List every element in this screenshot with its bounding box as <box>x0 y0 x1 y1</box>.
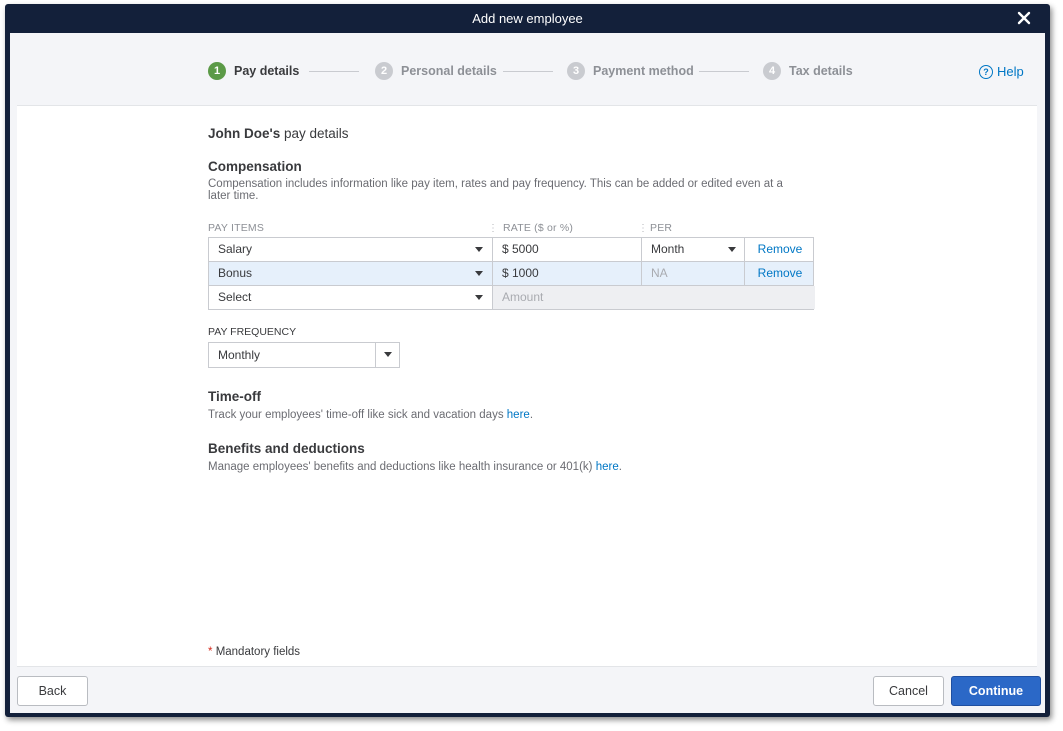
time-off-description: Track your employees' time-off like sick… <box>208 409 534 421</box>
time-off-here-link[interactable]: here <box>507 409 530 421</box>
column-separator: ⋮ <box>488 223 498 234</box>
dialog-body: 1 Pay details 2 Personal details 3 Payme… <box>10 33 1045 713</box>
remove-link[interactable]: Remove <box>744 262 815 285</box>
cancel-button[interactable]: Cancel <box>873 676 944 706</box>
step-tax-details: 4 Tax details <box>763 62 853 80</box>
pay-items-table: Salary $ 5000 Month Remove Bonus $ 1000 … <box>208 237 815 310</box>
help-link[interactable]: ? Help <box>979 64 1024 79</box>
dropdown-button[interactable] <box>375 343 399 367</box>
per-value: Month <box>651 242 685 256</box>
chevron-down-icon <box>475 247 483 252</box>
chevron-down-icon <box>475 295 483 300</box>
pay-item-select[interactable]: Bonus <box>218 262 483 285</box>
step-connector <box>503 71 553 72</box>
step-number: 2 <box>375 62 393 80</box>
step-personal-details: 2 Personal details <box>375 62 497 80</box>
pay-item-value: Bonus <box>218 266 253 280</box>
page-title-suffix: pay details <box>284 126 349 141</box>
dialog-footer: Back Cancel Continue <box>10 665 1045 713</box>
column-header-per: PER <box>650 222 673 234</box>
column-separator: ⋮ <box>638 223 648 234</box>
step-label: Tax details <box>789 64 853 78</box>
per-value-readonly: NA <box>641 262 753 285</box>
benefits-description: Manage employees' benefits and deduction… <box>208 461 622 473</box>
table-row: Bonus $ 1000 NA Remove <box>208 262 814 286</box>
step-connector <box>309 71 359 72</box>
pay-frequency-value: Monthly <box>218 348 261 362</box>
question-circle-icon: ? <box>979 64 993 79</box>
pay-item-select[interactable]: Select <box>218 286 483 309</box>
column-header-pay-items: PAY ITEMS <box>208 222 265 234</box>
compensation-heading: Compensation <box>208 159 302 174</box>
rate-input[interactable]: $ 1000 <box>492 262 650 285</box>
content-panel: John Doe's pay details Compensation Comp… <box>17 105 1037 667</box>
table-row: Salary $ 5000 Month Remove <box>208 237 814 262</box>
pay-item-placeholder: Select <box>218 290 252 304</box>
dialog-titlebar: Add new employee <box>5 4 1050 33</box>
help-label: Help <box>997 64 1024 79</box>
step-number: 4 <box>763 62 781 80</box>
back-button[interactable]: Back <box>17 676 88 706</box>
time-off-heading: Time-off <box>208 389 261 404</box>
step-label: Personal details <box>401 64 497 78</box>
benefits-here-link[interactable]: here <box>596 461 619 473</box>
amount-input[interactable]: Amount <box>492 286 815 309</box>
remove-link[interactable]: Remove <box>744 238 815 261</box>
rate-input[interactable]: $ 5000 <box>492 238 650 261</box>
page-title: John Doe's pay details <box>208 126 349 141</box>
mandatory-note: * Mandatory fields <box>208 646 300 658</box>
dialog-title: Add new employee <box>472 11 583 26</box>
close-icon[interactable] <box>1016 10 1032 26</box>
progress-stepper: 1 Pay details 2 Personal details 3 Payme… <box>10 33 1045 105</box>
step-payment-method: 3 Payment method <box>567 62 694 80</box>
chevron-down-icon <box>384 352 392 357</box>
table-row-new: Select Amount <box>208 286 815 310</box>
required-asterisk: * <box>208 646 213 658</box>
step-label: Pay details <box>234 64 300 78</box>
step-label: Payment method <box>593 64 694 78</box>
mandatory-text: Mandatory fields <box>215 646 301 658</box>
dialog-window: Add new employee 1 Pay details 2 Persona… <box>5 4 1050 717</box>
step-number: 1 <box>208 62 226 80</box>
per-select[interactable]: Month <box>641 238 753 261</box>
chevron-down-icon <box>728 247 736 252</box>
benefits-text: Manage employees' benefits and deduction… <box>208 461 593 473</box>
column-header-rate: RATE ($ or %) <box>503 222 574 234</box>
compensation-description: Compensation includes information like p… <box>208 178 783 202</box>
pay-item-value: Salary <box>218 242 253 256</box>
time-off-text: Track your employees' time-off like sick… <box>208 409 504 421</box>
step-number: 3 <box>567 62 585 80</box>
pay-frequency-label: PAY FREQUENCY <box>208 326 297 338</box>
pay-item-select[interactable]: Salary <box>218 238 483 261</box>
step-connector <box>699 71 749 72</box>
chevron-down-icon <box>475 271 483 276</box>
step-pay-details: 1 Pay details <box>208 62 299 80</box>
continue-button[interactable]: Continue <box>951 676 1041 706</box>
pay-frequency-select[interactable]: Monthly <box>208 342 400 368</box>
benefits-heading: Benefits and deductions <box>208 441 365 456</box>
employee-name: John Doe's <box>208 126 281 141</box>
